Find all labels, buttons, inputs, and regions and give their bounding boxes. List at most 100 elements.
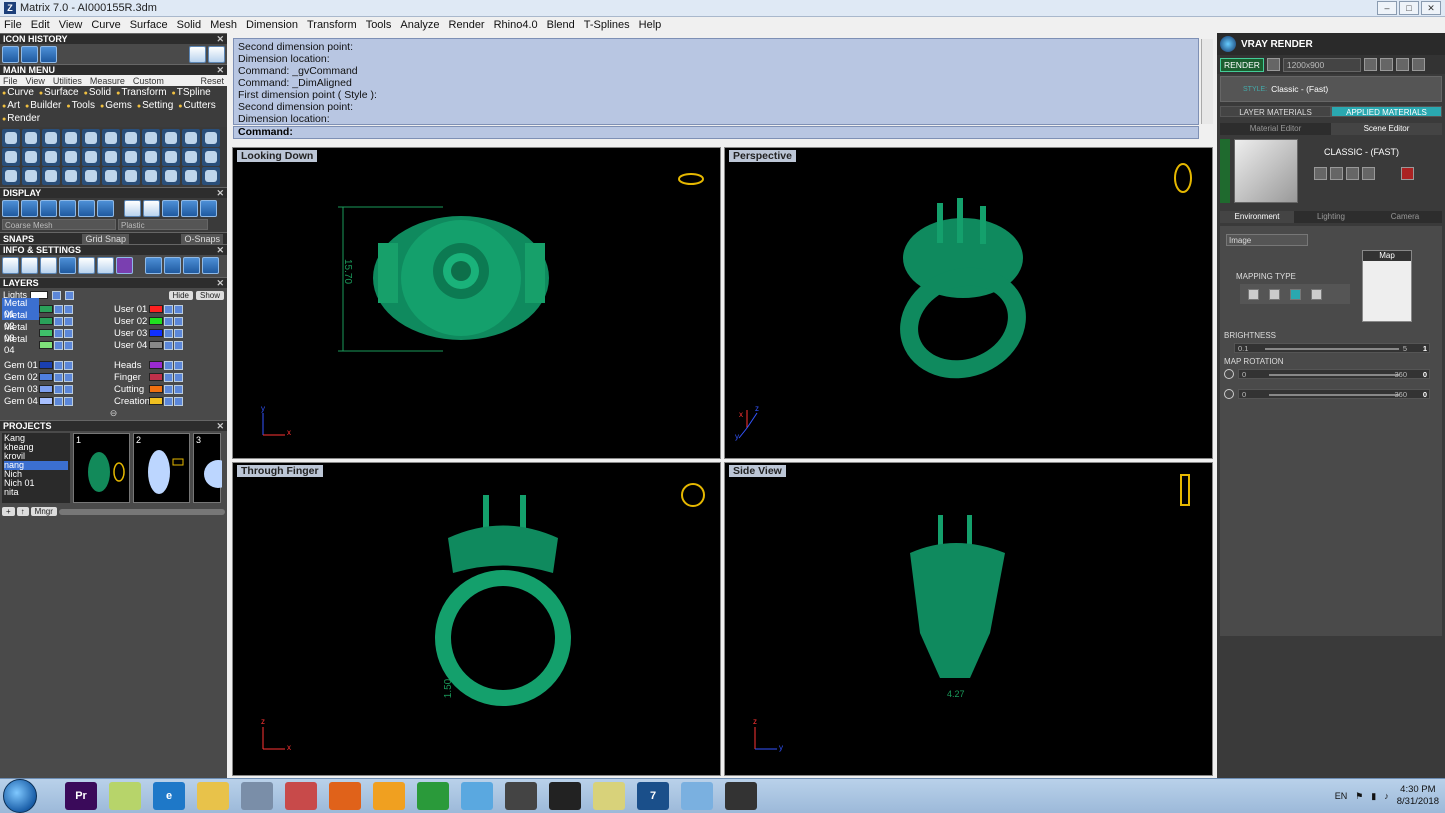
mapping-box-icon[interactable] — [1269, 288, 1280, 300]
layer-lock-icon[interactable] — [54, 396, 63, 406]
grid-snap-toggle[interactable]: Grid Snap — [82, 233, 129, 244]
layer-visible-icon[interactable] — [64, 340, 73, 350]
volume-icon[interactable]: ♪ — [1384, 791, 1389, 801]
layer-lock-icon[interactable] — [54, 328, 63, 338]
menu-view[interactable]: View — [59, 19, 83, 31]
tool-icon[interactable] — [162, 129, 180, 147]
material-refresh-icon[interactable] — [1401, 167, 1414, 180]
layer-visible-icon[interactable] — [64, 304, 73, 314]
layer-materials-tab[interactable]: LAYER MATERIALS — [1220, 106, 1331, 117]
tool-icon[interactable] — [202, 167, 220, 185]
display-xray-icon[interactable] — [59, 200, 76, 217]
main-menu-header[interactable]: MAIN MENU ✕ — [0, 64, 227, 75]
layer-name[interactable]: Gem 01 — [2, 360, 39, 371]
person-taskbar-icon[interactable] — [549, 782, 581, 810]
tool-icon[interactable] — [202, 148, 220, 166]
notes-taskbar-icon[interactable] — [593, 782, 625, 810]
tool-icon[interactable] — [82, 167, 100, 185]
tool-icon[interactable] — [182, 167, 200, 185]
layer-visible-icon[interactable] — [174, 304, 183, 314]
command-prompt[interactable]: Command: — [233, 126, 1199, 139]
render-taskbar-icon[interactable] — [725, 782, 757, 810]
tool-icon[interactable] — [102, 129, 120, 147]
tool-icon[interactable] — [182, 129, 200, 147]
layer-name[interactable]: Cutting — [112, 384, 149, 395]
cat-transform[interactable]: Transform — [116, 87, 166, 100]
project-thumb-1[interactable]: 1 — [73, 433, 130, 503]
layer-color-swatch[interactable] — [39, 397, 53, 405]
tool-icon[interactable] — [82, 148, 100, 166]
layer-lock-icon[interactable] — [164, 316, 173, 326]
gem-cube-icon[interactable] — [116, 257, 133, 274]
menu-tools[interactable]: Tools — [366, 19, 392, 31]
layer-row[interactable]: Heads — [112, 359, 222, 371]
layer-color-swatch[interactable] — [149, 317, 163, 325]
layer-color-swatch[interactable] — [149, 329, 163, 337]
wrench-icon[interactable] — [21, 257, 38, 274]
menu-rhino4[interactable]: Rhino4.0 — [494, 19, 538, 31]
lights-visible[interactable] — [65, 290, 75, 300]
media-player-taskbar-icon[interactable] — [373, 782, 405, 810]
camera-tab[interactable]: Camera — [1368, 211, 1442, 223]
layer-name[interactable]: User 04 — [112, 340, 149, 351]
layer-lock-icon[interactable] — [164, 304, 173, 314]
cat-cutters[interactable]: Cutters — [178, 100, 216, 113]
layer-visible-icon[interactable] — [64, 396, 73, 406]
tool-icon[interactable] — [142, 148, 160, 166]
layer-lock-icon[interactable] — [54, 316, 63, 326]
layer-row[interactable]: Finger — [112, 371, 222, 383]
layer-row[interactable]: Gem 03 — [2, 383, 112, 395]
mapping-cylinder-icon[interactable] — [1311, 288, 1322, 300]
viewport-through-finger[interactable]: Through Finger 1.50 z x — [232, 462, 721, 776]
tool-icon[interactable] — [102, 167, 120, 185]
tool-icon[interactable] — [22, 167, 40, 185]
layer-visible-icon[interactable] — [174, 316, 183, 326]
layout-icon[interactable] — [164, 257, 181, 274]
tool-icon[interactable] — [2, 167, 20, 185]
menu-mesh[interactable]: Mesh — [210, 19, 237, 31]
viewport-looking-down[interactable]: Looking Down 15.70 y x — [232, 147, 721, 459]
layer-name[interactable]: Creation — [112, 396, 150, 407]
cat-solid[interactable]: Solid — [84, 87, 111, 100]
resolution-select[interactable]: 1200x900 — [1282, 57, 1361, 72]
material-open-icon[interactable] — [1330, 167, 1343, 180]
layer-row[interactable]: User 01 — [112, 303, 222, 315]
layer-visible-icon[interactable] — [174, 340, 183, 350]
menu-solid[interactable]: Solid — [177, 19, 201, 31]
layer-lock-icon[interactable] — [164, 340, 173, 350]
viewport-side-view[interactable]: Side View 4.27 z y — [724, 462, 1213, 776]
map-rotation-slider-2[interactable]: 0 360 0 — [1238, 389, 1430, 399]
layer-visible-icon[interactable] — [64, 372, 73, 382]
layer-lock-icon[interactable] — [164, 328, 173, 338]
menu-blend[interactable]: Blend — [547, 19, 575, 31]
cube-icon[interactable] — [59, 257, 76, 274]
snipping-taskbar-icon[interactable] — [285, 782, 317, 810]
history-icon-1[interactable] — [2, 46, 19, 63]
tool-icon[interactable] — [2, 148, 20, 166]
layer-color-swatch[interactable] — [149, 397, 163, 405]
layer-color-swatch[interactable] — [39, 329, 53, 337]
environment-tab[interactable]: Environment — [1220, 211, 1294, 223]
layer-visible-icon[interactable] — [174, 372, 183, 382]
info-settings-header[interactable]: INFO & SETTINGS ✕ — [0, 244, 227, 255]
render-settings-icon[interactable] — [1266, 58, 1280, 71]
material-add-icon[interactable] — [1362, 167, 1375, 180]
layer-color-swatch[interactable] — [149, 385, 163, 393]
tool-icon[interactable] — [42, 129, 60, 147]
display-material-select[interactable]: Plastic — [118, 219, 208, 230]
layer-name[interactable]: Finger — [112, 372, 149, 383]
layer-lock-icon[interactable] — [54, 384, 63, 394]
project-list[interactable]: Kang kheang krovil nang Nich Nich 01 nita — [2, 433, 70, 503]
tool-icon[interactable] — [142, 167, 160, 185]
layer-lock-icon[interactable] — [164, 396, 173, 406]
layer-visible-icon[interactable] — [174, 396, 183, 406]
history-back-icon[interactable] — [1363, 58, 1377, 71]
tool-icon[interactable] — [162, 148, 180, 166]
project-thumb-2[interactable]: 2 — [133, 433, 190, 503]
minimize-button[interactable]: – — [1377, 1, 1397, 15]
hide-button[interactable]: Hide — [168, 290, 193, 300]
cat-builder[interactable]: Builder — [25, 100, 61, 113]
layer-row[interactable]: Cutting — [112, 383, 222, 395]
forward-arrow-icon[interactable] — [208, 46, 225, 63]
menu-curve[interactable]: Curve — [91, 19, 120, 31]
